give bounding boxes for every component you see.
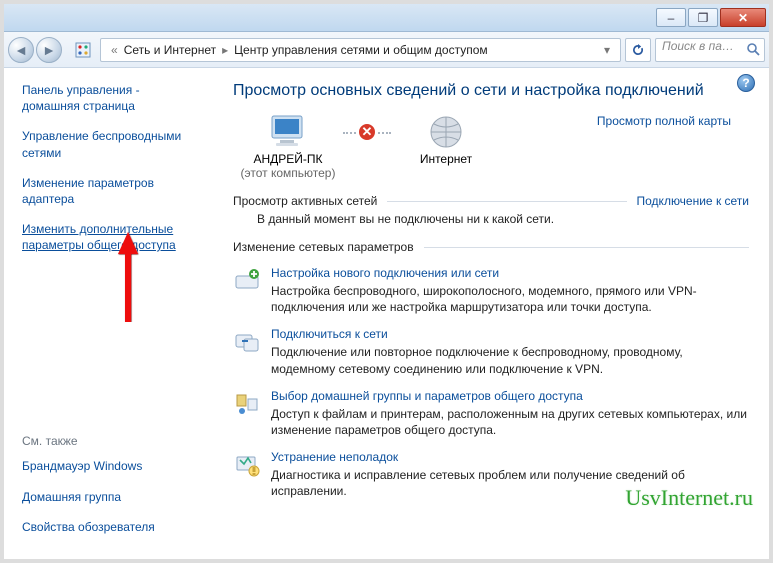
- breadcrumb-item-network[interactable]: Сеть и Интернет: [124, 43, 216, 57]
- new-connection-icon: [233, 267, 261, 295]
- breadcrumb[interactable]: « Сеть и Интернет ▸ Центр управления сет…: [100, 38, 621, 62]
- task-troubleshoot[interactable]: Устранение неполадок Диагностика и испра…: [233, 450, 749, 499]
- search-placeholder: Поиск в па…: [662, 39, 734, 53]
- node-internet-label: Интернет: [391, 152, 501, 166]
- sidebar-seealso-homegroup[interactable]: Домашняя группа: [22, 489, 189, 505]
- navbar: ◄ ► « Сеть и Интернет ▸ Центр управления…: [4, 32, 769, 68]
- breadcrumb-back-sep: «: [105, 43, 124, 57]
- task-desc: Подключение или повторное подключение к …: [271, 344, 749, 376]
- titlebar: – ❐ ✕: [4, 4, 769, 32]
- task-desc: Доступ к файлам и принтерам, расположенн…: [271, 406, 749, 438]
- breadcrumb-item-center[interactable]: Центр управления сетями и общим доступом: [234, 43, 488, 57]
- task-title[interactable]: Устранение неполадок: [271, 450, 749, 464]
- task-title[interactable]: Настройка нового подключения или сети: [271, 266, 749, 280]
- node-this-pc: АНДРЕЙ-ПК (этот компьютер): [233, 114, 343, 180]
- connection-broken: ✕: [343, 114, 391, 150]
- globe-icon: [424, 114, 468, 150]
- breadcrumb-dropdown-icon[interactable]: ▾: [598, 43, 616, 57]
- task-title[interactable]: Подключиться к сети: [271, 327, 749, 341]
- task-title[interactable]: Выбор домашней группы и параметров общег…: [271, 389, 749, 403]
- node-pc-label: АНДРЕЙ-ПК: [233, 152, 343, 166]
- homegroup-icon: [233, 390, 261, 418]
- active-nets-empty: В данный момент вы не подключены ни к ка…: [257, 212, 749, 226]
- active-nets-title: Просмотр активных сетей: [233, 194, 377, 208]
- sidebar-seealso-browser[interactable]: Свойства обозревателя: [22, 519, 189, 535]
- sidebar-item-adapter[interactable]: Изменение параметров адаптера: [22, 175, 189, 207]
- node-internet: Интернет: [391, 114, 501, 166]
- minimize-button[interactable]: –: [656, 8, 686, 27]
- sidebar-seealso-firewall[interactable]: Брандмауэр Windows: [22, 458, 189, 474]
- connect-to-network-link[interactable]: Подключение к сети: [637, 194, 749, 208]
- connect-icon: [233, 328, 261, 356]
- task-connect[interactable]: Подключиться к сети Подключение или повт…: [233, 327, 749, 376]
- change-params-section: Изменение сетевых параметров: [233, 240, 749, 254]
- task-homegroup[interactable]: Выбор домашней группы и параметров общег…: [233, 389, 749, 438]
- computer-icon: [266, 114, 310, 150]
- change-params-title: Изменение сетевых параметров: [233, 240, 414, 254]
- sidebar: Панель управления - домашняя страница Уп…: [4, 68, 199, 559]
- control-panel-icon: [72, 39, 94, 61]
- nav-forward-button[interactable]: ►: [36, 37, 62, 63]
- active-nets-section: Просмотр активных сетей Подключение к се…: [233, 194, 749, 208]
- page-title: Просмотр основных сведений о сети и наст…: [233, 82, 749, 100]
- refresh-button[interactable]: [625, 38, 651, 62]
- sidebar-item-home[interactable]: Панель управления - домашняя страница: [22, 82, 189, 114]
- nav-back-button[interactable]: ◄: [8, 37, 34, 63]
- seealso-heading: См. также: [22, 434, 189, 448]
- x-icon: ✕: [357, 122, 377, 142]
- close-button[interactable]: ✕: [720, 8, 766, 27]
- task-new-connection[interactable]: Настройка нового подключения или сети На…: [233, 266, 749, 315]
- maximize-button[interactable]: ❐: [688, 8, 718, 27]
- breadcrumb-sep-icon: ▸: [216, 43, 234, 57]
- help-icon[interactable]: ?: [737, 74, 755, 92]
- troubleshoot-icon: [233, 451, 261, 479]
- sidebar-item-advanced-sharing[interactable]: Изменить дополнительные параметры общего…: [22, 221, 189, 253]
- task-desc: Диагностика и исправление сетевых пробле…: [271, 467, 749, 499]
- node-pc-sub: (этот компьютер): [233, 166, 343, 180]
- search-input[interactable]: Поиск в па…: [655, 38, 765, 62]
- sidebar-item-wireless[interactable]: Управление беспроводными сетями: [22, 128, 189, 160]
- task-desc: Настройка беспроводного, широкополосного…: [271, 283, 749, 315]
- main-panel: ? Просмотр основных сведений о сети и на…: [199, 68, 769, 559]
- full-map-link[interactable]: Просмотр полной карты: [597, 114, 731, 128]
- search-icon: [746, 42, 760, 59]
